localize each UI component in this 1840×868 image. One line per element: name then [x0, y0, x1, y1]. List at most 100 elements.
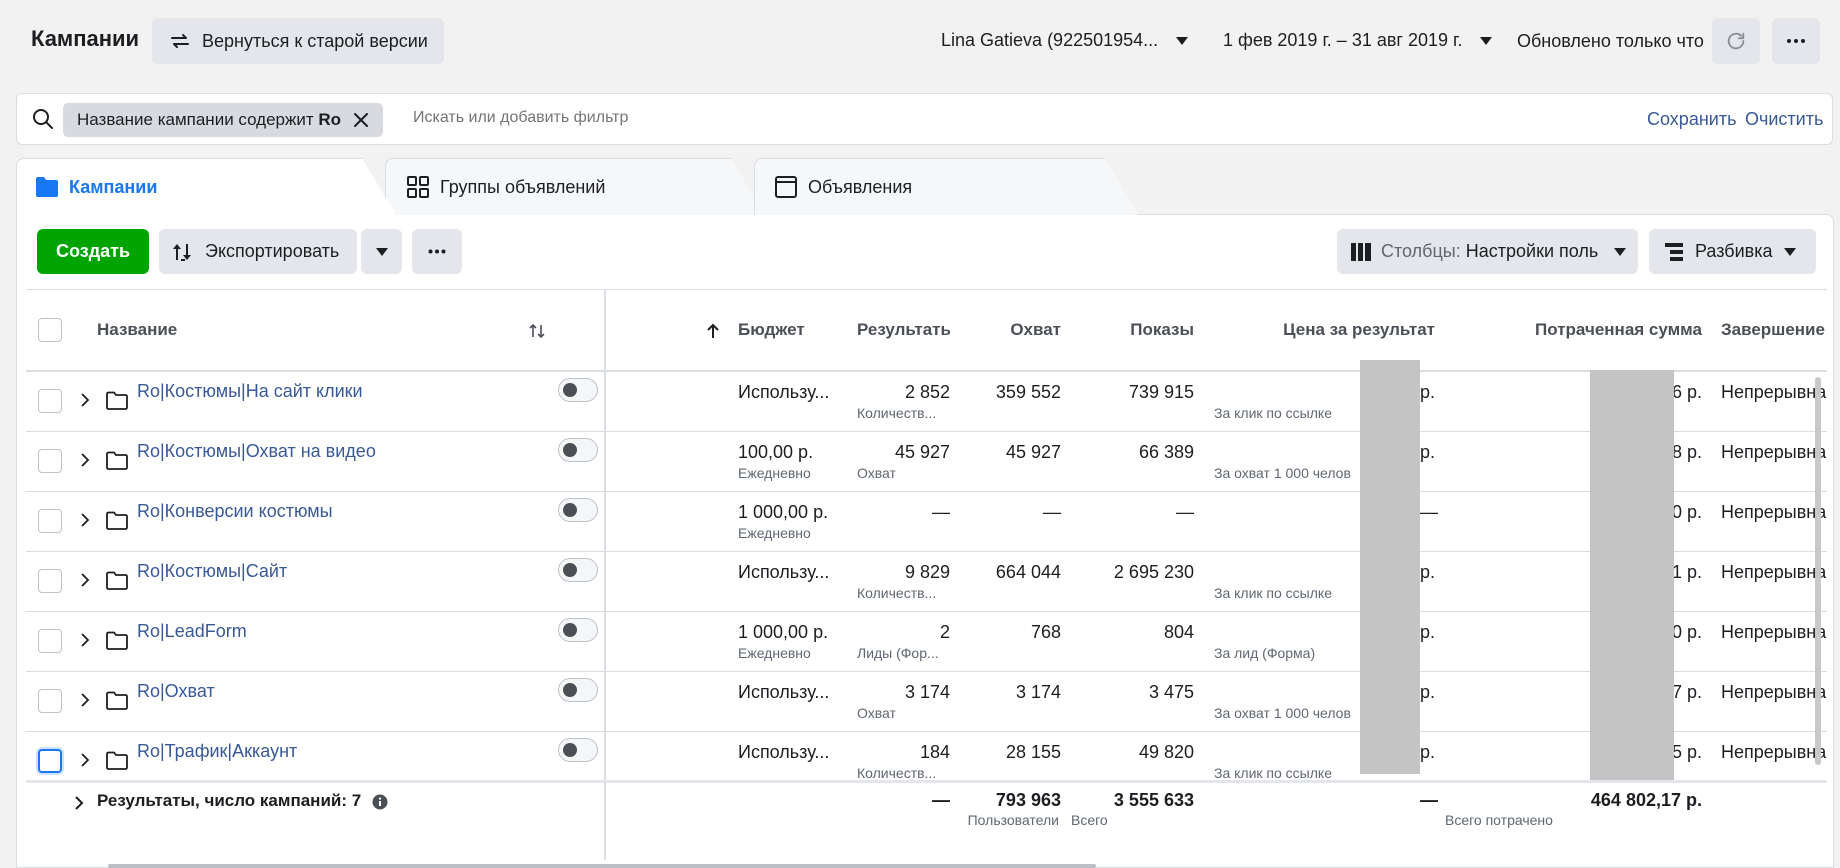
date-range-text: 1 фев 2019 г. – 31 авг 2019 г. [1223, 30, 1463, 50]
date-range-selector[interactable]: 1 фев 2019 г. – 31 авг 2019 г. [1223, 30, 1493, 51]
row-checkbox[interactable] [38, 689, 62, 713]
columns-prefix: Столбцы: [1381, 241, 1461, 261]
totals-impressions: 3 555 633 [1113, 790, 1194, 810]
create-button[interactable]: Создать [37, 229, 149, 274]
totals-reach: 793 963 [995, 790, 1061, 810]
cost-per-result-type: За клик по ссылке [1214, 585, 1332, 601]
cost-per-result-value: р. [1420, 382, 1436, 402]
campaign-name-link[interactable]: Ro|Конверсии костюмы [137, 501, 333, 522]
columns-value: Настройки поль [1465, 241, 1599, 261]
row-checkbox[interactable] [38, 629, 62, 653]
campaign-name-link[interactable]: Ro|LeadForm [137, 621, 247, 642]
campaign-toggle[interactable] [558, 438, 598, 462]
cost-per-result-type: За лид (Форма) [1214, 645, 1316, 661]
filter-search-input[interactable] [413, 109, 1113, 127]
campaign-name-link[interactable]: Ro|Охват [137, 681, 215, 702]
campaign-name-link[interactable]: Ro|Костюмы|Охват на видео [137, 441, 376, 462]
row-checkbox[interactable] [38, 389, 62, 413]
campaign-toggle[interactable] [558, 498, 598, 522]
campaign-name-link[interactable]: Ro|Костюмы|Сайт [137, 561, 287, 582]
more-options-button[interactable] [1772, 18, 1820, 64]
breakdown-button[interactable]: Разбивка [1649, 229, 1816, 274]
reach-value: 664 044 [995, 562, 1061, 582]
old-version-label: Вернуться к старой версии [202, 30, 428, 51]
redacted-area [1590, 370, 1674, 780]
row-checkbox[interactable] [38, 569, 62, 593]
cost-per-result-value: р. [1420, 442, 1436, 462]
chevron-right-icon[interactable] [79, 752, 91, 768]
export-dropdown-button[interactable] [361, 229, 402, 274]
refresh-button[interactable] [1712, 18, 1760, 64]
table-top-border [26, 289, 1827, 290]
results-value: — [932, 502, 950, 522]
campaign-toggle[interactable] [558, 378, 598, 402]
totals-label: Результаты, число кампаний: 7 [97, 791, 362, 810]
campaign-toggle[interactable] [558, 738, 598, 762]
campaign-toggle[interactable] [558, 618, 598, 642]
budget-type: Ежедневно [738, 525, 811, 541]
header-name[interactable]: Название [97, 320, 177, 340]
folder-outline-icon [106, 751, 128, 770]
budget-value: Использу... [738, 382, 830, 402]
header-cost-per-result[interactable]: Цена за результат [1210, 320, 1435, 340]
chevron-down-icon [1614, 247, 1627, 256]
breakdown-icon [1665, 242, 1683, 261]
cost-per-result-value: р. [1420, 562, 1436, 582]
chevron-right-icon[interactable] [79, 392, 91, 408]
folder-outline-icon [106, 631, 128, 650]
row-checkbox[interactable] [38, 449, 62, 473]
old-version-button[interactable]: Вернуться к старой версии [152, 18, 444, 64]
header-reach[interactable]: Охват [960, 320, 1061, 340]
campaign-name-link[interactable]: Ro|Трафик|Аккаунт [137, 741, 297, 762]
results-type: Количеств... [857, 765, 937, 781]
tab-ads[interactable]: Объявления [754, 158, 1139, 215]
folder-outline-icon [106, 691, 128, 710]
save-filter-link[interactable]: Сохранить [1647, 109, 1736, 130]
chevron-right-icon[interactable] [79, 632, 91, 648]
header-impressions[interactable]: Показы [1075, 320, 1194, 340]
impressions-value: — [1176, 502, 1194, 522]
sort-ascending-icon[interactable] [706, 323, 720, 339]
account-selector[interactable]: Lina Gatieva (922501954... [941, 30, 1189, 51]
info-icon[interactable] [372, 794, 388, 810]
chevron-right-icon[interactable] [73, 795, 85, 811]
toolbar-more-button[interactable] [412, 229, 462, 274]
export-button[interactable]: Экспортировать [159, 229, 357, 274]
results-value: 2 852 [904, 382, 950, 402]
impressions-value: 49 820 [1138, 742, 1194, 762]
select-all-checkbox[interactable] [38, 318, 62, 342]
filter-chip[interactable]: Название кампании содержит Ro [63, 103, 384, 137]
totals-reach-sub: Пользователи [967, 812, 1059, 828]
vertical-scrollbar[interactable] [1815, 377, 1821, 765]
row-checkbox[interactable] [38, 749, 62, 773]
results-type: Охват [857, 705, 896, 721]
results-type: Количеств... [857, 585, 937, 601]
header-ends[interactable]: Завершение [1721, 320, 1831, 340]
filter-chip-value: Ro [318, 110, 342, 129]
switch-arrows-icon [171, 34, 189, 48]
breakdown-label: Разбивка [1695, 241, 1773, 261]
close-icon[interactable] [353, 112, 369, 128]
campaign-toggle[interactable] [558, 558, 598, 582]
campaign-name-link[interactable]: Ro|Костюмы|На сайт клики [137, 381, 363, 402]
tab-campaigns[interactable]: Кампании [16, 158, 396, 215]
chevron-right-icon[interactable] [79, 512, 91, 528]
folder-outline-icon [106, 511, 128, 530]
sort-icon[interactable] [529, 323, 545, 339]
campaign-toggle[interactable] [558, 678, 598, 702]
tab-ad-sets-label: Группы объявлений [440, 176, 606, 197]
chevron-right-icon[interactable] [79, 452, 91, 468]
row-checkbox[interactable] [38, 509, 62, 533]
cost-per-result-value: р. [1420, 742, 1436, 762]
clear-filter-link[interactable]: Очистить [1745, 109, 1823, 130]
header-amount-spent[interactable]: Потраченная сумма [1450, 320, 1702, 340]
tab-ad-sets[interactable]: Группы объявлений [385, 158, 765, 215]
chevron-right-icon[interactable] [79, 572, 91, 588]
chevron-right-icon[interactable] [79, 692, 91, 708]
header-budget[interactable]: Бюджет [738, 320, 805, 340]
header-results[interactable]: Результать [857, 320, 950, 340]
account-name: Lina Gatieva (922501954... [941, 30, 1159, 50]
horizontal-scrollbar[interactable] [108, 864, 1096, 868]
columns-button[interactable]: Столбцы: Настройки поль [1337, 229, 1638, 274]
cost-per-result-type: За клик по ссылке [1214, 765, 1332, 781]
